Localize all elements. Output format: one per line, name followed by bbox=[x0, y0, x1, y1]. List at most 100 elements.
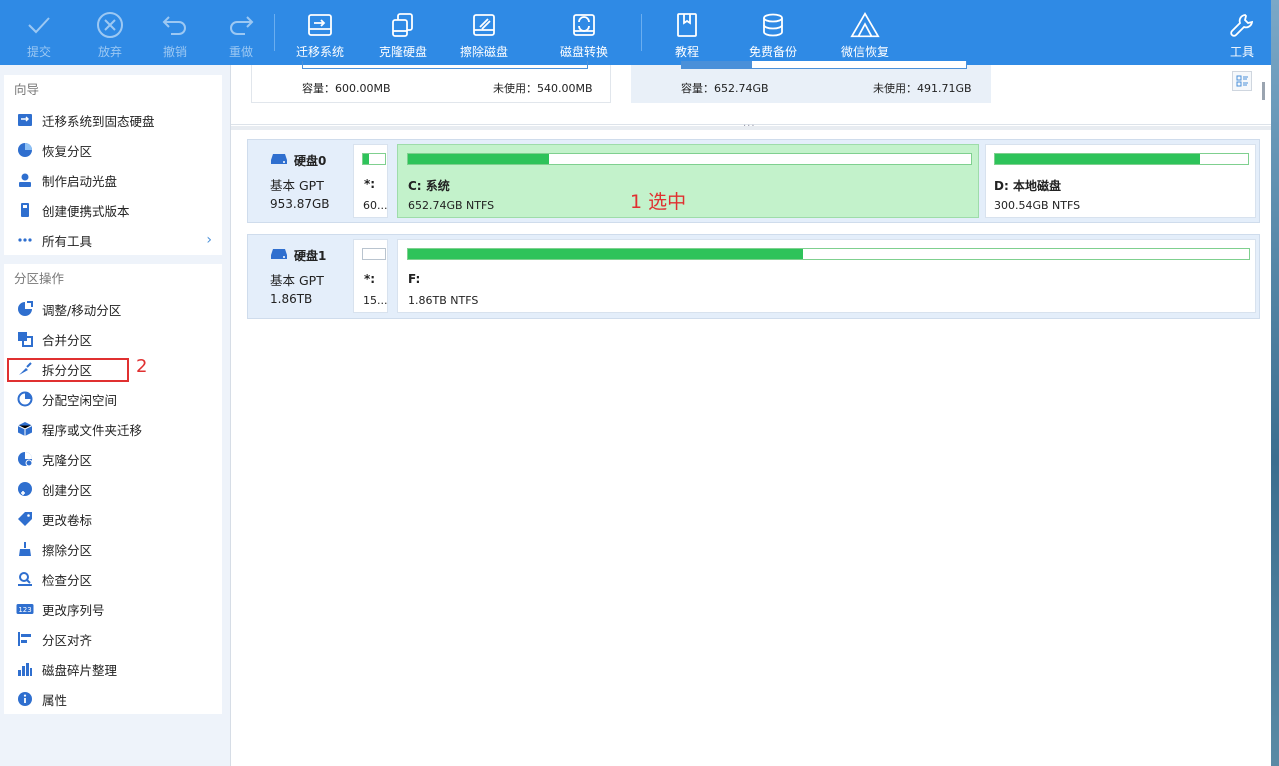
desktop-edge bbox=[1271, 0, 1279, 766]
sidebar-item-label: 迁移系统到固态硬盘 bbox=[42, 113, 155, 129]
clone-disk-button[interactable]: 克隆硬盘 bbox=[365, 0, 441, 65]
sidebar-item-label: 所有工具 bbox=[42, 233, 93, 249]
sidebar-item-merge[interactable]: 合并分区 bbox=[4, 324, 222, 354]
partition-block-selected[interactable]: C: 系统 652.74GB NTFS 1 选中 bbox=[397, 144, 979, 218]
disk-size: 1.86TB bbox=[270, 292, 313, 306]
view-toggle-button[interactable] bbox=[1232, 71, 1252, 91]
sidebar-item-change-label[interactable]: 更改卷标 bbox=[4, 504, 222, 534]
redo-button[interactable]: 重做 bbox=[208, 0, 274, 65]
disk-info: 硬盘0 基本 GPT 953.87GB bbox=[248, 140, 351, 222]
sidebar-item-allocate[interactable]: 分配空闲空间 bbox=[4, 384, 222, 414]
serial-number-icon: 123 bbox=[16, 600, 34, 618]
sidebar-item-label: 合并分区 bbox=[42, 332, 93, 348]
disk-name: 硬盘1 bbox=[294, 249, 327, 263]
scrollbar-thumb[interactable] bbox=[1262, 82, 1265, 100]
wizard-panel: 向导 迁移系统到固态硬盘 恢复分区 制作启动光盘 创建便携式版本 所有工具 › bbox=[4, 75, 222, 255]
sidebar-item-resize[interactable]: 调整/移动分区 bbox=[4, 294, 222, 324]
sidebar-item-label: 克隆分区 bbox=[42, 452, 93, 468]
disk-size: 953.87GB bbox=[270, 197, 330, 211]
convert-disk-button[interactable]: 磁盘转换 bbox=[527, 0, 641, 65]
sidebar-item-label: 分区对齐 bbox=[42, 632, 93, 648]
partition-name: F: bbox=[408, 272, 421, 286]
sidebar-item-align[interactable]: 分区对齐 bbox=[4, 624, 222, 654]
disk-info: 硬盘1 基本 GPT 1.86TB bbox=[248, 235, 351, 318]
hard-disk-icon bbox=[270, 153, 288, 168]
redo-icon bbox=[225, 10, 257, 40]
usage-fill bbox=[363, 154, 369, 164]
commit-button[interactable]: 提交 bbox=[0, 0, 78, 65]
backup-icon bbox=[757, 10, 789, 40]
disk-name: 硬盘0 bbox=[294, 154, 327, 168]
partition-card-selected[interactable]: 容量：652.74GB 未使用：491.71GB bbox=[631, 61, 991, 103]
sidebar-item-properties[interactable]: 属性 bbox=[4, 684, 222, 714]
partition-card[interactable]: 容量：600.00MB 未使用：540.00MB bbox=[251, 61, 611, 103]
partition-block[interactable]: F: 1.86TB NTFS bbox=[397, 239, 1256, 313]
create-partition-icon bbox=[16, 480, 34, 498]
usage-fill bbox=[995, 154, 1200, 164]
partition-info: 60... bbox=[363, 199, 388, 212]
wizard-title: 向导 bbox=[14, 82, 40, 97]
wipe-disk-button[interactable]: 擦除磁盘 bbox=[441, 0, 527, 65]
sidebar-item-serial-number[interactable]: 123 更改序列号 bbox=[4, 594, 222, 624]
sidebar-item-label: 程序或文件夹迁移 bbox=[42, 422, 143, 438]
align-icon bbox=[16, 630, 34, 648]
sidebar-item-wipe-partition[interactable]: 擦除分区 bbox=[4, 534, 222, 564]
label-tag-icon bbox=[16, 510, 34, 528]
usage-fill bbox=[408, 249, 804, 259]
partition-info: 300.54GB NTFS bbox=[994, 199, 1081, 212]
partition-block[interactable]: *: 15... bbox=[353, 239, 388, 313]
sidebar-item-label: 制作启动光盘 bbox=[42, 173, 118, 189]
sidebar-item-label: 创建便携式版本 bbox=[42, 203, 130, 219]
sidebar-item-boot-disc[interactable]: 制作启动光盘 bbox=[4, 165, 222, 195]
card-unused: 未使用：491.71GB bbox=[873, 82, 972, 95]
sidebar-item-clone-partition[interactable]: 克隆分区 bbox=[4, 444, 222, 474]
usage-bar bbox=[407, 248, 1250, 260]
sidebar-item-app-migrate[interactable]: 程序或文件夹迁移 bbox=[4, 414, 222, 444]
undo-button[interactable]: 撤销 bbox=[142, 0, 208, 65]
sidebar-item-label: 检查分区 bbox=[42, 572, 93, 588]
sidebar-item-migrate-ssd[interactable]: 迁移系统到固态硬盘 bbox=[4, 105, 222, 135]
sidebar-item-label: 更改卷标 bbox=[42, 512, 93, 528]
portable-icon bbox=[16, 201, 34, 219]
partition-info: 15... bbox=[363, 294, 388, 307]
tutorial-button[interactable]: 教程 bbox=[642, 0, 732, 65]
grid-view-icon bbox=[1236, 75, 1248, 87]
chevron-right-icon: › bbox=[206, 232, 212, 248]
card-bar bbox=[681, 61, 967, 69]
sidebar-item-create-partition[interactable]: 创建分区 bbox=[4, 474, 222, 504]
sidebar-item-label: 更改序列号 bbox=[42, 602, 105, 618]
sidebar-item-all-tools[interactable]: 所有工具 › bbox=[4, 225, 222, 255]
partition-name: *: bbox=[364, 177, 376, 191]
more-dots-icon bbox=[16, 231, 34, 249]
usage-bar bbox=[994, 153, 1249, 165]
sidebar-item-label: 调整/移动分区 bbox=[42, 302, 122, 318]
disk-row-1[interactable]: 硬盘1 基本 GPT 1.86TB *: 15... F: 1.86TB NTF… bbox=[247, 234, 1260, 319]
main-toolbar: 提交 放弃 撤销 重做 迁移系统 克隆硬盘 擦除磁盘 磁盘转换 教程 免费备份 … bbox=[0, 0, 1271, 65]
discard-button[interactable]: 放弃 bbox=[78, 0, 142, 65]
recover-partition-icon bbox=[16, 141, 34, 159]
resize-icon bbox=[16, 300, 34, 318]
splitter-grip-icon: ··· bbox=[743, 121, 756, 132]
wechat-recovery-icon bbox=[849, 10, 881, 40]
partition-block[interactable]: *: 60... bbox=[353, 144, 388, 218]
disk-map-area: 容量：600.00MB 未使用：540.00MB 容量：652.74GB 未使用… bbox=[231, 61, 1271, 766]
wechat-recovery-button[interactable]: 微信恢复 bbox=[814, 0, 916, 65]
sidebar-item-check-partition[interactable]: 检查分区 bbox=[4, 564, 222, 594]
sidebar-item-recover-partition[interactable]: 恢复分区 bbox=[4, 135, 222, 165]
free-backup-button[interactable]: 免费备份 bbox=[732, 0, 814, 65]
migrate-os-button[interactable]: 迁移系统 bbox=[275, 0, 365, 65]
usage-bar bbox=[407, 153, 972, 165]
card-capacity: 容量：600.00MB bbox=[302, 82, 391, 95]
app-migrate-icon bbox=[16, 420, 34, 438]
book-icon bbox=[671, 10, 703, 40]
partition-block[interactable]: D: 本地磁盘 300.54GB NTFS bbox=[985, 144, 1256, 218]
sidebar-item-portable[interactable]: 创建便携式版本 bbox=[4, 195, 222, 225]
pane-splitter[interactable]: ··· bbox=[231, 121, 1271, 132]
annotation-step-2: 2 bbox=[136, 356, 148, 377]
partition-ops-title: 分区操作 bbox=[14, 271, 65, 286]
card-unused: 未使用：540.00MB bbox=[493, 82, 593, 95]
usage-bar bbox=[362, 153, 386, 165]
disk-row-0[interactable]: 硬盘0 基本 GPT 953.87GB *: 60... C: 系统 652.7… bbox=[247, 139, 1260, 223]
sidebar-item-defrag[interactable]: 磁盘碎片整理 bbox=[4, 654, 222, 684]
tools-button[interactable]: 工具 bbox=[1213, 0, 1271, 65]
